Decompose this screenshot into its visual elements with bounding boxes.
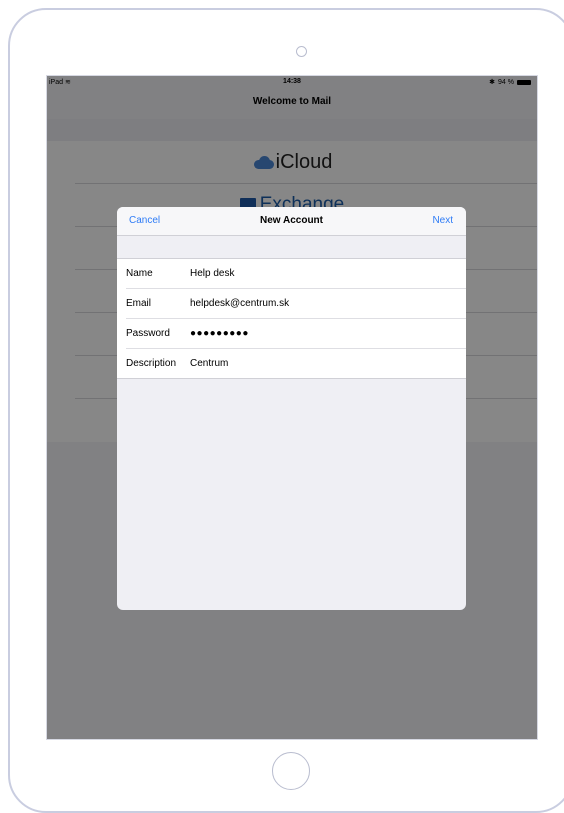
description-row: Description Centrum bbox=[126, 349, 466, 378]
camera bbox=[296, 46, 307, 57]
password-label: Password bbox=[126, 328, 170, 339]
sheet-header: Cancel New Account Next bbox=[117, 207, 466, 236]
description-label: Description bbox=[126, 358, 177, 369]
next-button[interactable]: Next bbox=[432, 215, 453, 226]
name-row: Name Help desk bbox=[126, 259, 466, 289]
email-label: Email bbox=[126, 298, 152, 309]
sheet-title: New Account bbox=[260, 215, 323, 226]
home-button[interactable] bbox=[272, 752, 310, 790]
description-field[interactable]: Centrum bbox=[190, 358, 450, 369]
email-field[interactable]: helpdesk@centrum.sk bbox=[190, 298, 450, 309]
new-account-sheet: Cancel New Account Next Name Help desk E… bbox=[117, 207, 466, 610]
email-row: Email helpdesk@centrum.sk bbox=[126, 289, 466, 319]
password-field[interactable]: ●●●●●●●●● bbox=[190, 328, 450, 339]
name-field[interactable]: Help desk bbox=[190, 268, 450, 279]
name-label: Name bbox=[126, 268, 153, 279]
screen: iPad ≋ 14:38 ✱ 94 % Welcome to Mail iClo… bbox=[46, 75, 538, 740]
password-row: Password ●●●●●●●●● bbox=[126, 319, 466, 349]
account-form: Name Help desk Email helpdesk@centrum.sk… bbox=[117, 258, 466, 379]
